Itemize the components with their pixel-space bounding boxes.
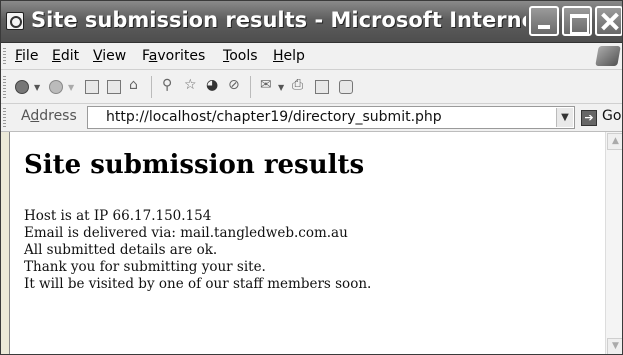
media-icon[interactable]: ◕ — [206, 77, 218, 93]
vertical-scrollbar[interactable]: ▲ ▼ — [605, 132, 622, 354]
search-icon[interactable]: ⚲ — [162, 77, 172, 93]
browser-window: Site submission results - Microsoft Inte… — [0, 0, 623, 355]
address-bar: Address http://localhost/chapter19/direc… — [1, 104, 622, 132]
toolbar-separator — [151, 76, 152, 98]
menu-view[interactable]: View — [93, 48, 126, 64]
toolbar-separator — [250, 76, 251, 98]
mail-icon[interactable]: ✉ — [260, 77, 272, 93]
result-line: Host is at IP 66.17.150.154 — [24, 208, 212, 224]
go-button[interactable]: ➔ Go — [581, 108, 622, 128]
minimize-button[interactable] — [529, 6, 559, 36]
forward-dropdown-icon[interactable]: ▼ — [68, 83, 74, 92]
menu-tools[interactable]: Tools — [223, 48, 258, 64]
result-line: Email is delivered via: mail.tangledweb.… — [24, 225, 348, 241]
address-grip[interactable] — [3, 108, 6, 128]
maximize-button[interactable] — [562, 6, 592, 36]
history-icon[interactable]: ⊘ — [228, 77, 240, 93]
mail-dropdown-icon[interactable]: ▼ — [278, 83, 284, 92]
page-icon — [6, 12, 24, 30]
go-arrow-icon[interactable]: ➔ — [581, 110, 597, 126]
menu-grip[interactable] — [3, 48, 6, 65]
close-button[interactable] — [595, 6, 622, 36]
address-dropdown-icon[interactable]: ▼ — [556, 108, 573, 127]
result-line: All submitted details are ok. — [24, 242, 218, 258]
back-icon[interactable] — [15, 80, 29, 94]
favorites-icon[interactable]: ☆ — [184, 77, 197, 93]
forward-icon[interactable] — [49, 80, 63, 94]
back-dropdown-icon[interactable]: ▼ — [34, 83, 40, 92]
address-label: Address — [21, 108, 77, 124]
scroll-down-icon[interactable]: ▼ — [607, 338, 622, 354]
page-content: Site submission results Host is at IP 66… — [9, 132, 605, 354]
window-title: Site submission results - Microsoft Inte… — [31, 8, 526, 32]
print-icon[interactable]: ⎙ — [292, 77, 303, 93]
result-line: It will be visited by one of our staff m… — [24, 276, 372, 292]
menu-favorites[interactable]: Favorites — [142, 48, 205, 64]
menu-bar: File Edit View Favorites Tools Help — [1, 43, 622, 70]
edit-icon[interactable] — [315, 80, 329, 94]
page-heading: Site submission results — [24, 150, 365, 180]
title-bar[interactable]: Site submission results - Microsoft Inte… — [1, 1, 622, 43]
address-url[interactable]: http://localhost/chapter19/directory_sub… — [106, 109, 442, 125]
menu-edit[interactable]: Edit — [52, 48, 79, 64]
refresh-icon[interactable] — [107, 80, 121, 94]
scroll-up-icon[interactable]: ▲ — [607, 133, 622, 150]
result-line: Thank you for submitting your site. — [24, 259, 266, 275]
menu-file[interactable]: File — [15, 48, 38, 64]
stop-icon[interactable] — [85, 80, 99, 94]
go-label[interactable]: Go — [602, 108, 621, 124]
address-input[interactable]: http://localhost/chapter19/directory_sub… — [87, 106, 575, 129]
standard-toolbar: ▼ ▼ ⌂ ⚲ ☆ ◕ ⊘ ✉ ▼ ⎙ — [1, 70, 622, 104]
toolbar-grip[interactable] — [3, 76, 6, 98]
home-icon[interactable]: ⌂ — [129, 77, 138, 93]
windows-logo-icon — [595, 46, 621, 66]
discuss-icon[interactable] — [339, 80, 353, 94]
menu-help[interactable]: Help — [273, 48, 305, 64]
